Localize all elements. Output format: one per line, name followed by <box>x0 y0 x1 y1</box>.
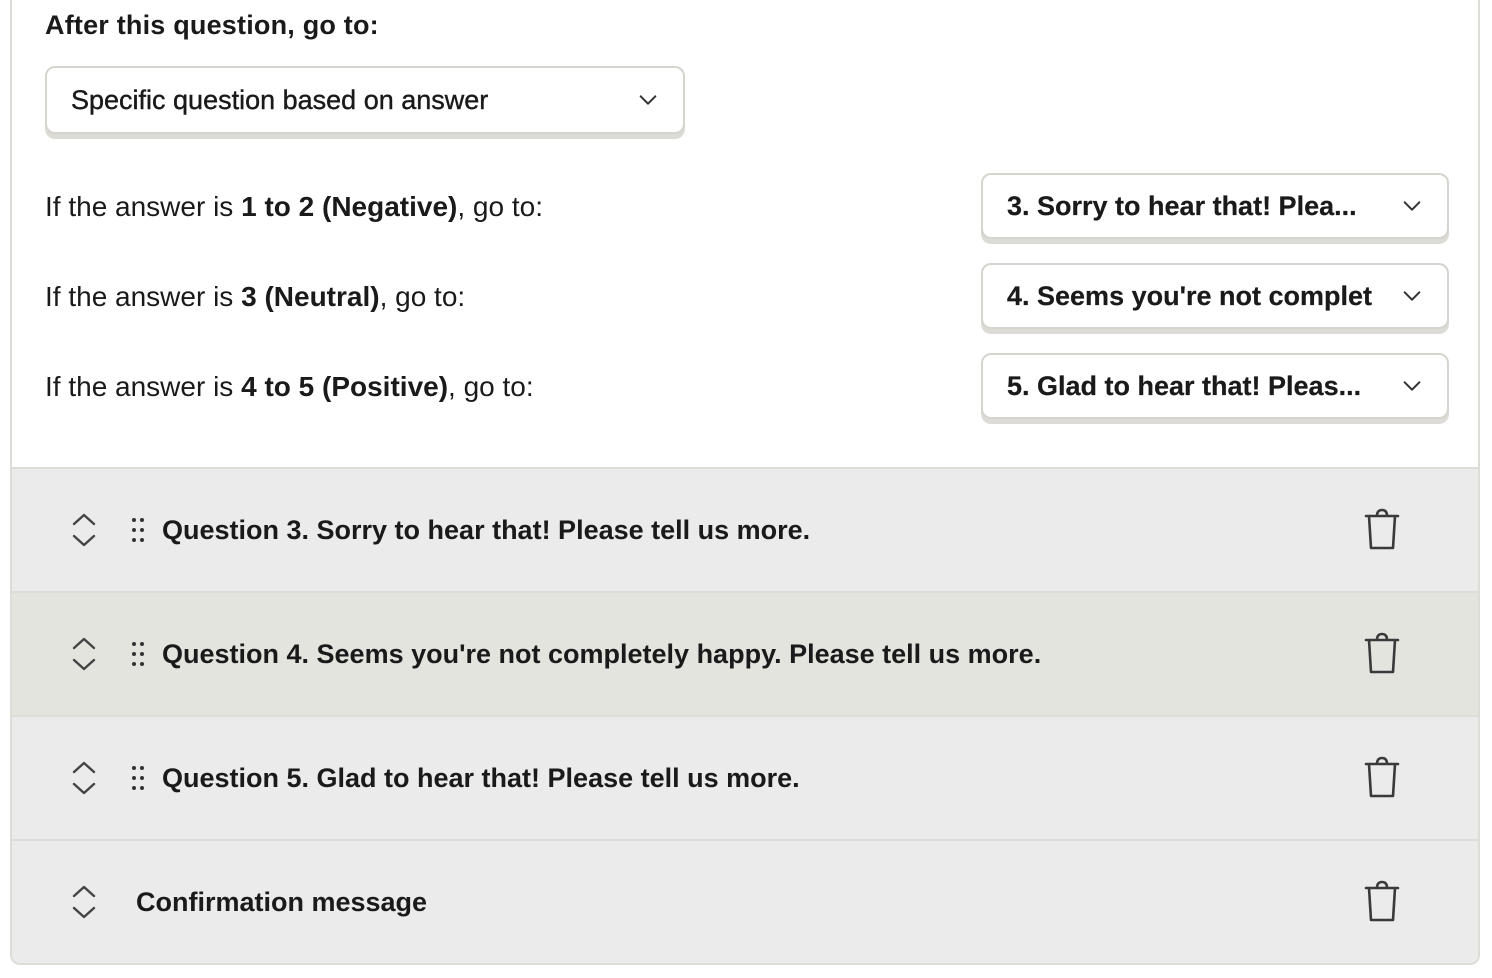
rule-target-select-neutral[interactable]: 4. Seems you're not complet <box>981 263 1449 329</box>
chevron-down-icon <box>1403 201 1421 211</box>
drag-handle-icon[interactable] <box>128 763 148 793</box>
rule-suffix: , go to: <box>457 191 543 222</box>
question-logic-panel: After this question, go to: Specific que… <box>10 0 1480 965</box>
rule-range: 1 to 2 (Negative) <box>241 191 458 222</box>
select-value: 4. Seems you're not complet <box>1007 280 1373 311</box>
rule-label-neutral: If the answer is 3 (Neutral), go to: <box>45 281 465 313</box>
trash-icon[interactable] <box>1360 880 1404 924</box>
question-row-5[interactable]: Question 5. Glad to hear that! Please te… <box>12 715 1478 839</box>
question-title: Question 3. Sorry to hear that! Please t… <box>162 514 811 545</box>
confirmation-title: Confirmation message <box>136 886 428 917</box>
chevron-down-icon <box>1403 381 1421 391</box>
rule-target-select-negative[interactable]: 3. Sorry to hear that! Plea... <box>981 173 1449 239</box>
rule-suffix: , go to: <box>379 281 466 312</box>
rule-range: 3 (Neutral) <box>241 281 380 312</box>
rule-range: 4 to 5 (Positive) <box>241 371 449 402</box>
expand-collapse-icon[interactable] <box>70 510 98 550</box>
after-question-select[interactable]: Specific question based on answer <box>45 66 685 134</box>
rule-prefix: If the answer is <box>45 281 242 312</box>
after-question-label: After this question, go to: <box>45 10 379 40</box>
rule-label-negative: If the answer is 1 to 2 (Negative), go t… <box>45 191 543 223</box>
expand-collapse-icon[interactable] <box>70 758 98 798</box>
select-value: Specific question based on answer <box>71 84 489 115</box>
trash-icon[interactable] <box>1360 756 1404 800</box>
chevron-down-icon <box>639 95 657 105</box>
expand-collapse-icon[interactable] <box>70 634 98 674</box>
question-row-3[interactable]: Question 3. Sorry to hear that! Please t… <box>12 467 1478 591</box>
expand-collapse-icon[interactable] <box>70 882 98 922</box>
rule-label-positive: If the answer is 4 to 5 (Positive), go t… <box>45 371 534 403</box>
select-value: 3. Sorry to hear that! Plea... <box>1007 190 1357 221</box>
drag-handle-icon[interactable] <box>128 639 148 669</box>
rule-prefix: If the answer is <box>45 191 242 222</box>
rule-suffix: , go to: <box>448 371 534 402</box>
question-row-4[interactable]: Question 4. Seems you're not completely … <box>12 591 1478 715</box>
question-title: Question 4. Seems you're not completely … <box>162 638 1042 669</box>
question-title: Question 5. Glad to hear that! Please te… <box>162 762 800 793</box>
confirmation-message-row[interactable]: Confirmation message <box>12 839 1478 963</box>
trash-icon[interactable] <box>1360 508 1404 552</box>
branching-logic-section: After this question, go to: Specific que… <box>12 0 1478 458</box>
trash-icon[interactable] <box>1360 632 1404 676</box>
drag-handle-icon[interactable] <box>128 515 148 545</box>
rule-prefix: If the answer is <box>45 371 242 402</box>
chevron-down-icon <box>1403 291 1421 301</box>
rule-target-select-positive[interactable]: 5. Glad to hear that! Pleas... <box>981 353 1449 419</box>
select-value: 5. Glad to hear that! Pleas... <box>1007 370 1362 401</box>
